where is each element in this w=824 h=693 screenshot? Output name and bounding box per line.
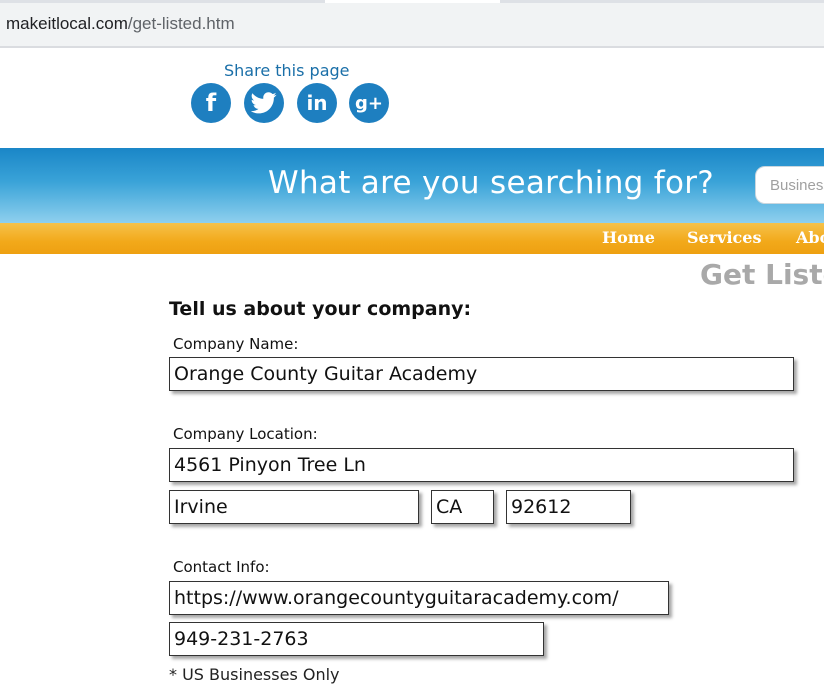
twitter-bird-shape xyxy=(251,92,277,114)
form-title: Tell us about your company: xyxy=(169,298,472,320)
nav-home-link[interactable]: Home xyxy=(602,228,655,247)
search-input[interactable] xyxy=(756,167,824,203)
active-tab[interactable] xyxy=(325,0,500,3)
facebook-icon[interactable]: f xyxy=(191,83,231,123)
street-address-field[interactable] xyxy=(169,448,794,482)
contact-info-label: Contact Info: xyxy=(173,558,270,576)
zip-field[interactable] xyxy=(506,490,631,524)
tab-strip xyxy=(0,0,824,3)
city-field[interactable] xyxy=(169,490,419,524)
page-heading: Get Listed xyxy=(700,258,824,291)
hero-search-box[interactable] xyxy=(755,166,824,204)
phone-field[interactable] xyxy=(169,622,544,656)
company-location-label: Company Location: xyxy=(173,425,318,443)
url-text[interactable]: makeitlocal.com/get-listed.htm xyxy=(6,14,235,34)
google-plus-icon[interactable]: g+ xyxy=(349,83,389,123)
url-domain: makeitlocal.com xyxy=(6,14,128,33)
us-only-note: * US Businesses Only xyxy=(169,665,340,684)
website-field[interactable] xyxy=(169,581,669,615)
state-field[interactable] xyxy=(431,490,494,524)
nav-about-link[interactable]: About xyxy=(796,228,824,247)
url-path: /get-listed.htm xyxy=(127,14,235,33)
address-bar[interactable]: makeitlocal.com/get-listed.htm xyxy=(0,0,824,48)
company-name-label: Company Name: xyxy=(173,335,299,353)
share-label: Share this page xyxy=(224,61,350,80)
hero-title: What are you searching for? xyxy=(268,165,715,201)
nav-services-link[interactable]: Services xyxy=(687,228,761,247)
company-name-field[interactable] xyxy=(169,357,794,391)
twitter-icon[interactable] xyxy=(244,83,284,123)
linkedin-icon[interactable]: in xyxy=(297,83,337,123)
